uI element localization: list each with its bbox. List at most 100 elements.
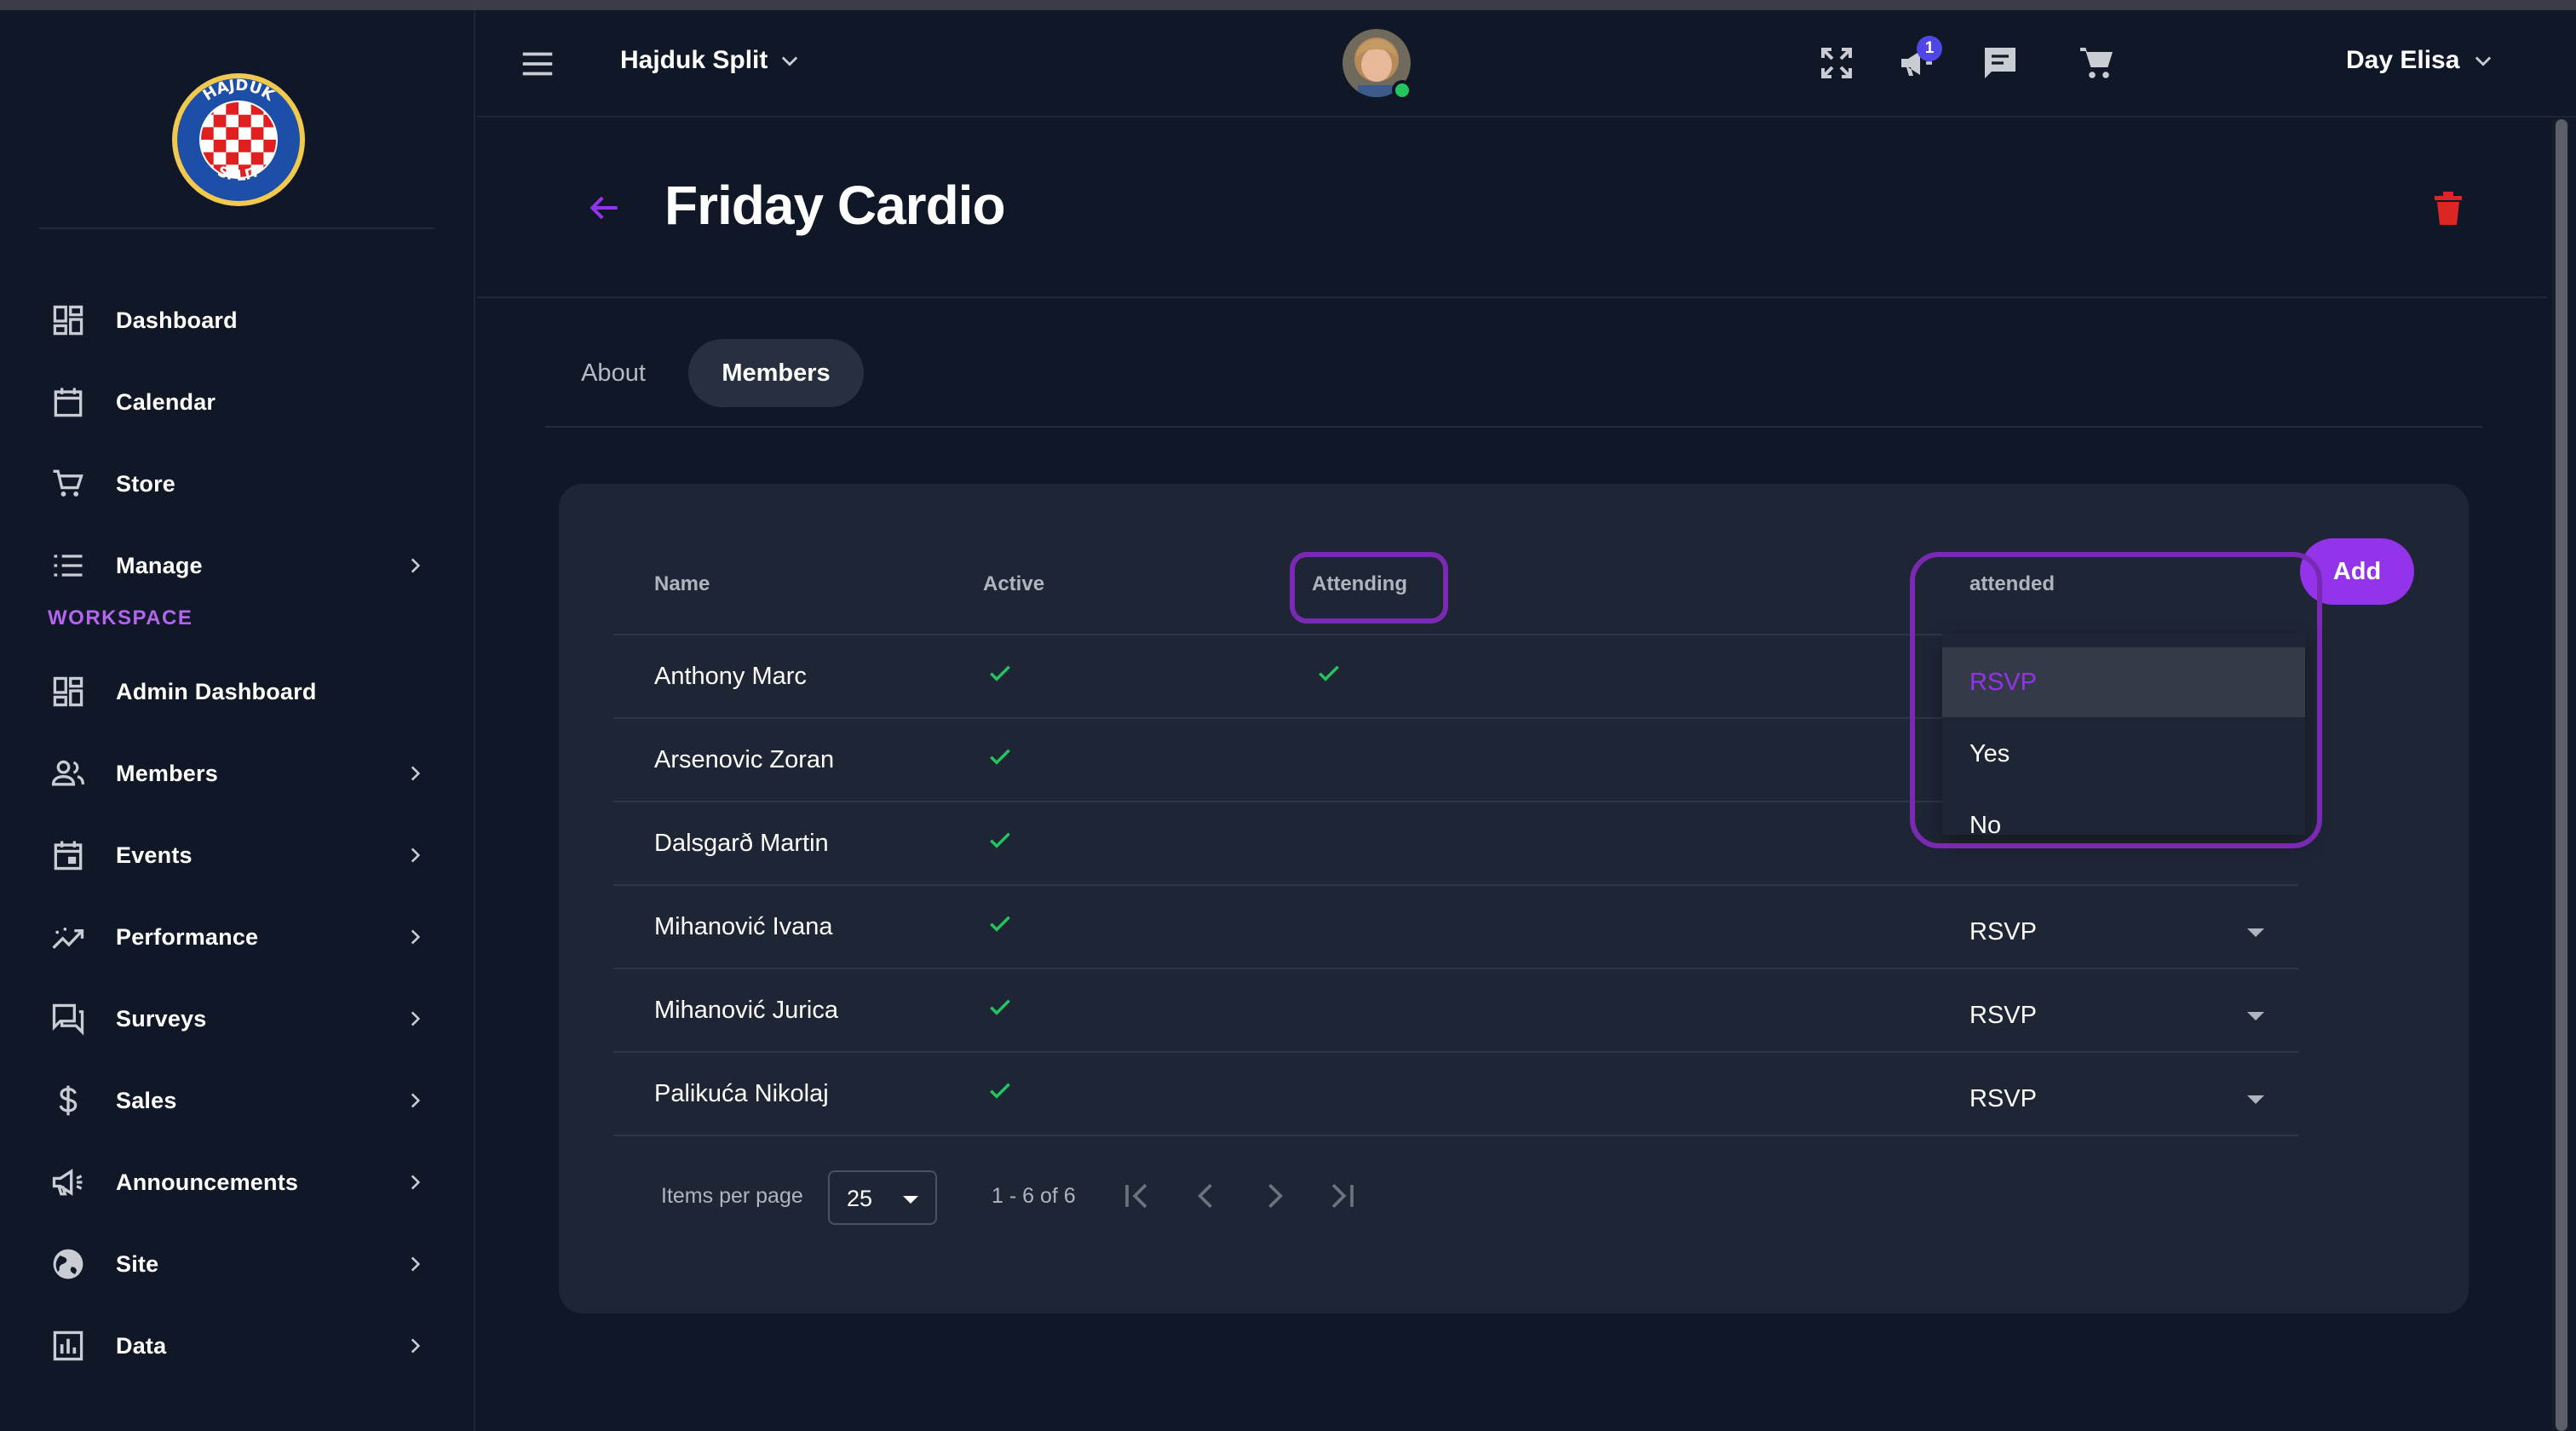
- back-arrow-icon[interactable]: [586, 189, 624, 227]
- sidebar-item-performance[interactable]: Performance: [0, 896, 475, 978]
- sidebar-item-sales[interactable]: Sales: [0, 1060, 475, 1141]
- attended-select[interactable]: RSVP: [1969, 1073, 2276, 1124]
- chevron-right-icon: [411, 1093, 421, 1108]
- sidebar-item-label: Sales: [116, 1087, 177, 1113]
- sidebar-item-admin-dashboard[interactable]: Admin Dashboard: [0, 651, 475, 733]
- sidebar-item-label: Data: [116, 1332, 167, 1359]
- sidebar-item-label: Surveys: [116, 1005, 207, 1032]
- chevron-right-icon: [411, 1256, 421, 1272]
- dollar-icon: [49, 1082, 87, 1119]
- forum-icon: [49, 1000, 87, 1037]
- section-label-workspace: WORKSPACE: [48, 606, 193, 629]
- tab-members[interactable]: Members: [688, 339, 864, 407]
- dropdown-caret-icon: [2247, 1012, 2264, 1020]
- row-divider: [613, 968, 2298, 969]
- trend-icon: [49, 918, 87, 956]
- notification-badge: 1: [1917, 36, 1942, 61]
- sidebar-item-manage[interactable]: Manage: [0, 525, 475, 606]
- sidebar-item-announcements[interactable]: Announcements: [0, 1141, 475, 1223]
- dashboard-icon: [49, 673, 87, 710]
- attended-value: RSVP: [1969, 917, 2037, 945]
- check-icon: [990, 665, 1010, 681]
- chevron-right-icon: [411, 1338, 421, 1353]
- user-menu[interactable]: Day Elisa: [2346, 46, 2495, 75]
- megaphone-icon: [49, 1164, 87, 1201]
- member-name: Mihanović Jurica: [654, 997, 838, 1024]
- org-name: Hajduk Split: [620, 46, 768, 74]
- last-page-icon[interactable]: [1324, 1177, 1361, 1215]
- tabs-divider: [545, 426, 2482, 428]
- page-size-select[interactable]: 25: [828, 1170, 937, 1225]
- window-top-bar: [0, 0, 2576, 10]
- scrollbar-thumb[interactable]: [2556, 119, 2567, 1431]
- sidebar-item-label: Calendar: [116, 388, 216, 415]
- items-per-page-label: Items per page: [661, 1184, 803, 1208]
- column-header-name[interactable]: Name: [654, 572, 710, 596]
- list-icon: [49, 547, 87, 584]
- logo-divider: [39, 227, 434, 229]
- club-logo[interactable]: HAJDUK SPLIT: [170, 72, 307, 208]
- globe-icon: [49, 1245, 87, 1283]
- attended-value: RSVP: [1969, 1001, 2037, 1029]
- sidebar-item-label: Site: [116, 1250, 159, 1277]
- member-name: Arsenovic Zoran: [654, 746, 835, 773]
- title-divider: [477, 296, 2547, 298]
- highlight-attending-header: [1290, 552, 1448, 624]
- sidebar-item-label: Members: [116, 760, 218, 786]
- people-icon: [49, 755, 87, 792]
- chevron-right-icon: [411, 558, 421, 573]
- row-divider: [613, 1051, 2298, 1053]
- column-header-active[interactable]: Active: [983, 572, 1044, 596]
- member-name: Palikuća Nikolaj: [654, 1080, 829, 1107]
- cart-icon[interactable]: [2077, 43, 2118, 83]
- dropdown-caret-icon: [2247, 1095, 2264, 1104]
- hamburger-menu-icon[interactable]: [518, 44, 557, 83]
- highlight-attended-dropdown: [1910, 552, 2322, 848]
- sidebar-item-data[interactable]: Data: [0, 1305, 475, 1387]
- event-icon: [49, 836, 87, 874]
- attended-select[interactable]: RSVP: [1969, 906, 2276, 957]
- calendar-icon: [49, 383, 87, 421]
- chat-icon[interactable]: [1980, 43, 2021, 83]
- check-icon: [990, 832, 1010, 848]
- sidebar-item-label: Manage: [116, 552, 203, 578]
- org-switcher[interactable]: Hajduk Split: [620, 46, 802, 75]
- chevron-right-icon: [411, 848, 421, 863]
- top-header: Hajduk Split 1 Day Elisa: [477, 10, 2576, 118]
- attended-select[interactable]: RSVP: [1969, 990, 2276, 1041]
- sidebar-item-store[interactable]: Store: [0, 443, 475, 525]
- sidebar-item-site[interactable]: Site: [0, 1223, 475, 1305]
- sidebar-item-label: Announcements: [116, 1169, 299, 1195]
- chevron-right-icon: [411, 1175, 421, 1190]
- page-title: Friday Cardio: [664, 175, 1006, 236]
- check-icon: [1319, 665, 1339, 681]
- dropdown-caret-icon: [903, 1196, 918, 1204]
- sidebar-item-events[interactable]: Events: [0, 814, 475, 896]
- sidebar-item-surveys[interactable]: Surveys: [0, 978, 475, 1060]
- delete-icon[interactable]: [2433, 189, 2464, 227]
- sidebar-item-calendar[interactable]: Calendar: [0, 361, 475, 443]
- previous-page-icon[interactable]: [1187, 1177, 1225, 1215]
- chevron-down-icon: [2475, 56, 2492, 66]
- user-name: Day Elisa: [2346, 46, 2460, 74]
- row-divider: [613, 1135, 2298, 1136]
- sidebar-item-dashboard[interactable]: Dashboard: [0, 279, 475, 361]
- online-status-dot: [1392, 80, 1412, 101]
- row-divider: [613, 884, 2298, 886]
- pagination-range: 1 - 6 of 6: [992, 1184, 1076, 1208]
- next-page-icon[interactable]: [1256, 1177, 1293, 1215]
- sidebar-item-label: Performance: [116, 923, 259, 950]
- chevron-down-icon: [782, 56, 798, 66]
- sidebar: HAJDUK SPLIT Dashboard Calendar Store Ma…: [0, 10, 475, 1431]
- tab-about[interactable]: About: [562, 339, 664, 407]
- sidebar-item-members[interactable]: Members: [0, 733, 475, 814]
- member-name: Mihanović Ivana: [654, 913, 833, 940]
- first-page-icon[interactable]: [1118, 1177, 1155, 1215]
- check-icon: [990, 1083, 1010, 1099]
- chevron-right-icon: [411, 766, 421, 781]
- check-icon: [990, 916, 1010, 932]
- check-icon: [990, 999, 1010, 1015]
- dropdown-caret-icon: [2247, 928, 2264, 937]
- cart-icon: [49, 465, 87, 503]
- fullscreen-icon[interactable]: [1816, 43, 1857, 83]
